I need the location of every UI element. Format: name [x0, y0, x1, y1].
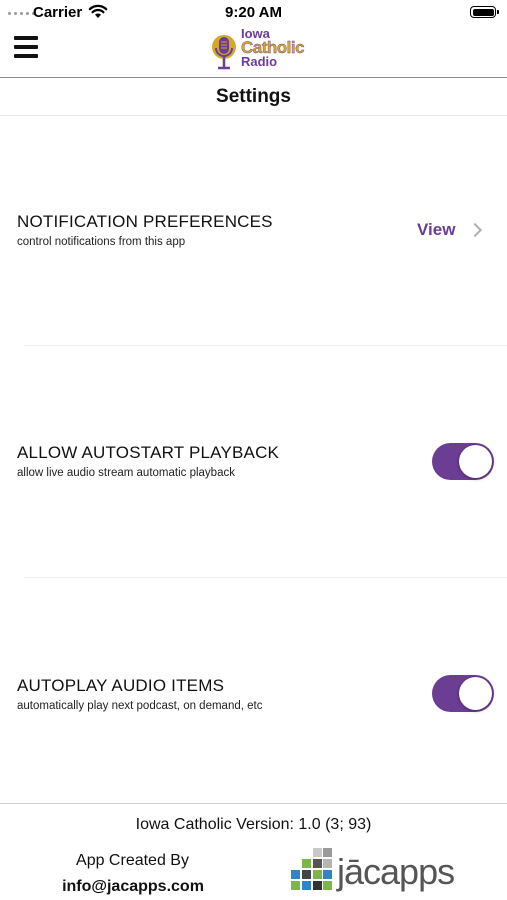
divider: [24, 345, 507, 346]
setting-title: AUTOPLAY AUDIO ITEMS: [17, 676, 225, 695]
page-title: Settings: [216, 86, 291, 107]
email-link[interactable]: info@jacapps.com: [60, 878, 206, 896]
setting-description: automatically play next podcast, on dema…: [17, 700, 263, 712]
divider: [24, 577, 507, 578]
autostart-toggle[interactable]: [432, 443, 494, 480]
chevron-right-icon: [467, 222, 483, 238]
footer: Iowa Catholic Version: 1.0 (3; 93) App C…: [0, 803, 507, 900]
version-label: Iowa Catholic Version: 1.0 (3; 93): [135, 816, 372, 833]
hamburger-menu-icon[interactable]: [14, 36, 40, 62]
autoplay-toggle[interactable]: [432, 675, 494, 712]
jacapps-wordmark: jācapps: [337, 851, 455, 892]
status-time: 9:20 AM: [225, 4, 282, 21]
created-by-label: App Created By: [76, 852, 189, 869]
setting-title: ALLOW AUTOSTART PLAYBACK: [17, 443, 280, 462]
setting-row-autoplay-audio: AUTOPLAY AUDIO ITEMS automatically play …: [0, 579, 507, 803]
view-button[interactable]: View: [417, 220, 455, 240]
toggle-knob: [459, 677, 492, 710]
setting-row-notification-preferences[interactable]: NOTIFICATION PREFERENCES control notific…: [0, 116, 507, 347]
nav-bar: Iowa Catholic Radio: [0, 26, 507, 78]
logo-wordmark: Iowa Catholic Radio: [241, 26, 305, 69]
setting-row-allow-autostart: ALLOW AUTOSTART PLAYBACK allow live audi…: [0, 347, 507, 579]
setting-title: NOTIFICATION PREFERENCES: [17, 212, 273, 231]
jacapps-logo[interactable]: jācapps: [291, 848, 471, 896]
jacapps-grid-icon: [291, 848, 332, 890]
battery-icon: [470, 6, 499, 18]
setting-description: control notifications from this app: [17, 236, 186, 248]
app-logo: Iowa Catholic Radio: [207, 26, 305, 74]
title-bar: Settings: [0, 78, 507, 116]
microphone-icon: [212, 35, 236, 70]
setting-description: allow live audio stream automatic playba…: [17, 467, 235, 479]
toggle-knob: [459, 445, 492, 478]
status-bar: Carrier 9:20 AM: [0, 0, 507, 26]
